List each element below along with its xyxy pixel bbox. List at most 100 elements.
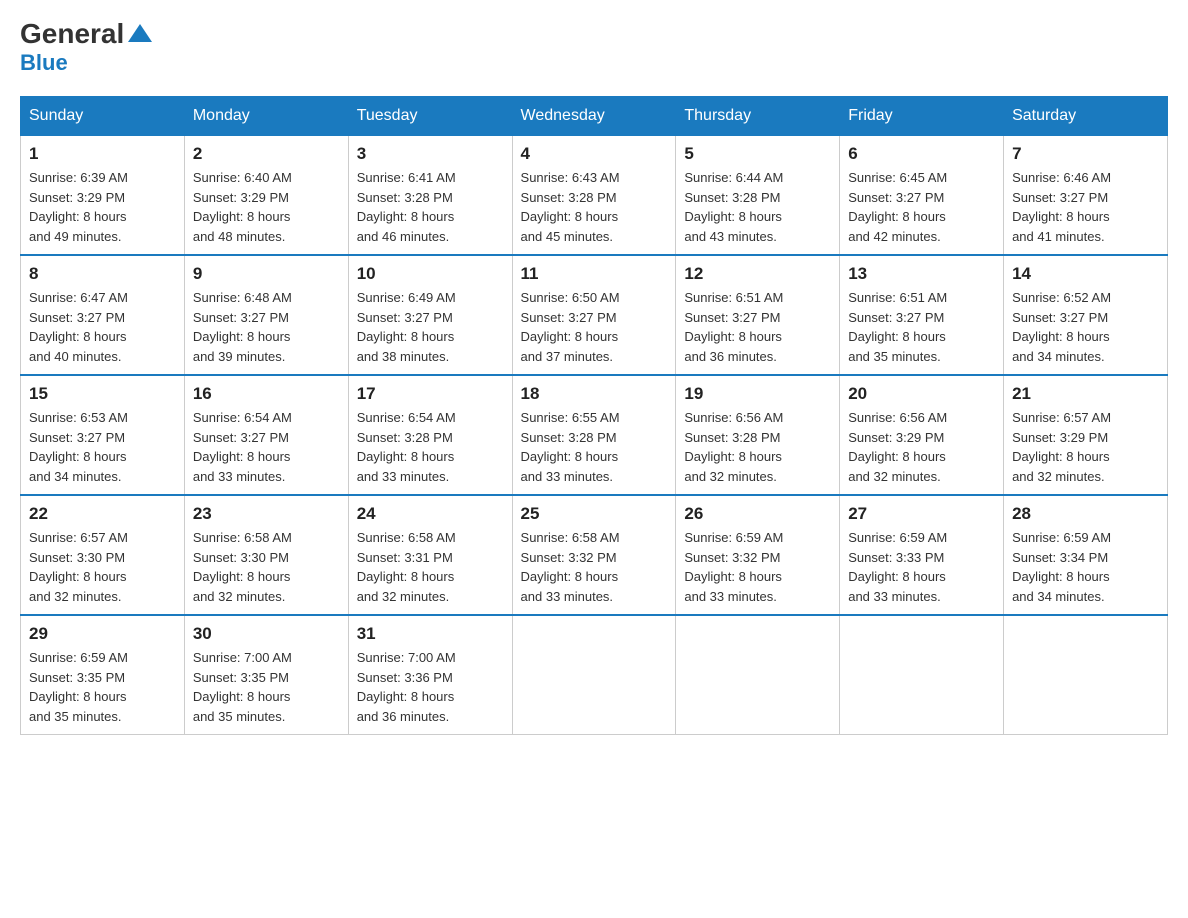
calendar-cell: 7 Sunrise: 6:46 AMSunset: 3:27 PMDaylight… (1004, 136, 1168, 256)
day-number: 14 (1012, 264, 1159, 284)
calendar-cell: 22Sunrise: 6:57 AMSunset: 3:30 PMDayligh… (21, 495, 185, 615)
weekday-header-saturday: Saturday (1004, 97, 1168, 136)
logo-blue: Blue (20, 50, 68, 76)
calendar-cell: 3Sunrise: 6:41 AMSunset: 3:28 PMDaylight… (348, 136, 512, 256)
day-info: Sunrise: 6:51 AMSunset: 3:27 PMDaylight:… (848, 288, 995, 366)
day-number: 23 (193, 504, 340, 524)
day-info: Sunrise: 6:59 AMSunset: 3:34 PMDaylight:… (1012, 528, 1159, 606)
day-number: 10 (357, 264, 504, 284)
calendar-cell: 24 Sunrise: 6:58 AMSunset: 3:31 PMDayligh… (348, 495, 512, 615)
day-info: Sunrise: 6:55 AMSunset: 3:28 PMDaylight:… (521, 408, 668, 486)
day-number: 19 (684, 384, 831, 404)
calendar-cell: 4 Sunrise: 6:43 AMSunset: 3:28 PMDaylight… (512, 136, 676, 256)
day-number: 9 (193, 264, 340, 284)
day-info: Sunrise: 6:50 AMSunset: 3:27 PMDaylight:… (521, 288, 668, 366)
day-number: 13 (848, 264, 995, 284)
weekday-header-tuesday: Tuesday (348, 97, 512, 136)
day-info: Sunrise: 6:57 AMSunset: 3:29 PMDaylight:… (1012, 408, 1159, 486)
day-info: Sunrise: 7:00 AMSunset: 3:35 PMDaylight:… (193, 648, 340, 726)
day-info: Sunrise: 6:43 AMSunset: 3:28 PMDaylight:… (521, 168, 668, 246)
day-number: 15 (29, 384, 176, 404)
day-info: Sunrise: 6:53 AMSunset: 3:27 PMDaylight:… (29, 408, 176, 486)
calendar-cell: 17 Sunrise: 6:54 AMSunset: 3:28 PMDayligh… (348, 375, 512, 495)
day-info: Sunrise: 6:57 AMSunset: 3:30 PMDaylight:… (29, 528, 176, 606)
day-info: Sunrise: 6:54 AMSunset: 3:27 PMDaylight:… (193, 408, 340, 486)
calendar-header-row: SundayMondayTuesdayWednesdayThursdayFrid… (21, 97, 1168, 136)
logo-general: General (20, 20, 124, 48)
calendar-week-row: 15 Sunrise: 6:53 AMSunset: 3:27 PMDayligh… (21, 375, 1168, 495)
day-number: 2 (193, 144, 340, 164)
day-info: Sunrise: 6:51 AMSunset: 3:27 PMDaylight:… (684, 288, 831, 366)
day-number: 29 (29, 624, 176, 644)
calendar-cell: 21 Sunrise: 6:57 AMSunset: 3:29 PMDayligh… (1004, 375, 1168, 495)
calendar-cell: 2Sunrise: 6:40 AMSunset: 3:29 PMDaylight… (184, 136, 348, 256)
day-number: 11 (521, 264, 668, 284)
day-number: 20 (848, 384, 995, 404)
calendar-cell (840, 615, 1004, 735)
day-number: 17 (357, 384, 504, 404)
calendar-cell: 27 Sunrise: 6:59 AMSunset: 3:33 PMDayligh… (840, 495, 1004, 615)
day-info: Sunrise: 6:46 AMSunset: 3:27 PMDaylight:… (1012, 168, 1159, 246)
day-info: Sunrise: 6:56 AMSunset: 3:29 PMDaylight:… (848, 408, 995, 486)
calendar-cell: 15 Sunrise: 6:53 AMSunset: 3:27 PMDayligh… (21, 375, 185, 495)
calendar-cell: 30 Sunrise: 7:00 AMSunset: 3:35 PMDayligh… (184, 615, 348, 735)
calendar-cell: 1 Sunrise: 6:39 AMSunset: 3:29 PMDaylight… (21, 136, 185, 256)
day-number: 28 (1012, 504, 1159, 524)
calendar-cell (1004, 615, 1168, 735)
calendar-week-row: 29 Sunrise: 6:59 AMSunset: 3:35 PMDayligh… (21, 615, 1168, 735)
calendar-cell: 5Sunrise: 6:44 AMSunset: 3:28 PMDaylight… (676, 136, 840, 256)
day-number: 24 (357, 504, 504, 524)
day-number: 1 (29, 144, 176, 164)
calendar-cell: 11 Sunrise: 6:50 AMSunset: 3:27 PMDayligh… (512, 255, 676, 375)
day-number: 21 (1012, 384, 1159, 404)
day-info: Sunrise: 6:56 AMSunset: 3:28 PMDaylight:… (684, 408, 831, 486)
day-info: Sunrise: 6:48 AMSunset: 3:27 PMDaylight:… (193, 288, 340, 366)
calendar-cell: 18 Sunrise: 6:55 AMSunset: 3:28 PMDayligh… (512, 375, 676, 495)
day-number: 6 (848, 144, 995, 164)
day-number: 27 (848, 504, 995, 524)
calendar-cell (676, 615, 840, 735)
day-info: Sunrise: 6:58 AMSunset: 3:30 PMDaylight:… (193, 528, 340, 606)
day-info: Sunrise: 6:44 AMSunset: 3:28 PMDaylight:… (684, 168, 831, 246)
day-info: Sunrise: 6:39 AMSunset: 3:29 PMDaylight:… (29, 168, 176, 246)
calendar-week-row: 1 Sunrise: 6:39 AMSunset: 3:29 PMDaylight… (21, 136, 1168, 256)
calendar-cell: 29 Sunrise: 6:59 AMSunset: 3:35 PMDayligh… (21, 615, 185, 735)
calendar-cell: 10 Sunrise: 6:49 AMSunset: 3:27 PMDayligh… (348, 255, 512, 375)
day-number: 7 (1012, 144, 1159, 164)
calendar-cell: 20 Sunrise: 6:56 AMSunset: 3:29 PMDayligh… (840, 375, 1004, 495)
day-info: Sunrise: 6:59 AMSunset: 3:35 PMDaylight:… (29, 648, 176, 726)
calendar-cell: 13 Sunrise: 6:51 AMSunset: 3:27 PMDayligh… (840, 255, 1004, 375)
day-number: 8 (29, 264, 176, 284)
weekday-header-sunday: Sunday (21, 97, 185, 136)
calendar-table: SundayMondayTuesdayWednesdayThursdayFrid… (20, 96, 1168, 735)
calendar-cell: 12 Sunrise: 6:51 AMSunset: 3:27 PMDayligh… (676, 255, 840, 375)
calendar-cell (512, 615, 676, 735)
day-number: 4 (521, 144, 668, 164)
calendar-cell: 16 Sunrise: 6:54 AMSunset: 3:27 PMDayligh… (184, 375, 348, 495)
calendar-cell: 26Sunrise: 6:59 AMSunset: 3:32 PMDayligh… (676, 495, 840, 615)
calendar-week-row: 8Sunrise: 6:47 AMSunset: 3:27 PMDaylight… (21, 255, 1168, 375)
day-info: Sunrise: 6:59 AMSunset: 3:33 PMDaylight:… (848, 528, 995, 606)
calendar-cell: 19 Sunrise: 6:56 AMSunset: 3:28 PMDayligh… (676, 375, 840, 495)
calendar-cell: 14Sunrise: 6:52 AMSunset: 3:27 PMDayligh… (1004, 255, 1168, 375)
day-info: Sunrise: 6:54 AMSunset: 3:28 PMDaylight:… (357, 408, 504, 486)
page-header: General Blue (20, 20, 1168, 76)
day-number: 12 (684, 264, 831, 284)
day-info: Sunrise: 6:59 AMSunset: 3:32 PMDaylight:… (684, 528, 831, 606)
day-number: 31 (357, 624, 504, 644)
day-info: Sunrise: 6:41 AMSunset: 3:28 PMDaylight:… (357, 168, 504, 246)
day-number: 16 (193, 384, 340, 404)
weekday-header-thursday: Thursday (676, 97, 840, 136)
day-info: Sunrise: 6:58 AMSunset: 3:32 PMDaylight:… (521, 528, 668, 606)
logo: General Blue (20, 20, 154, 76)
calendar-cell: 6Sunrise: 6:45 AMSunset: 3:27 PMDaylight… (840, 136, 1004, 256)
calendar-week-row: 22Sunrise: 6:57 AMSunset: 3:30 PMDayligh… (21, 495, 1168, 615)
day-number: 25 (521, 504, 668, 524)
day-info: Sunrise: 6:58 AMSunset: 3:31 PMDaylight:… (357, 528, 504, 606)
day-number: 18 (521, 384, 668, 404)
day-number: 30 (193, 624, 340, 644)
day-info: Sunrise: 7:00 AMSunset: 3:36 PMDaylight:… (357, 648, 504, 726)
day-info: Sunrise: 6:49 AMSunset: 3:27 PMDaylight:… (357, 288, 504, 366)
calendar-cell: 28 Sunrise: 6:59 AMSunset: 3:34 PMDayligh… (1004, 495, 1168, 615)
calendar-cell: 25 Sunrise: 6:58 AMSunset: 3:32 PMDayligh… (512, 495, 676, 615)
